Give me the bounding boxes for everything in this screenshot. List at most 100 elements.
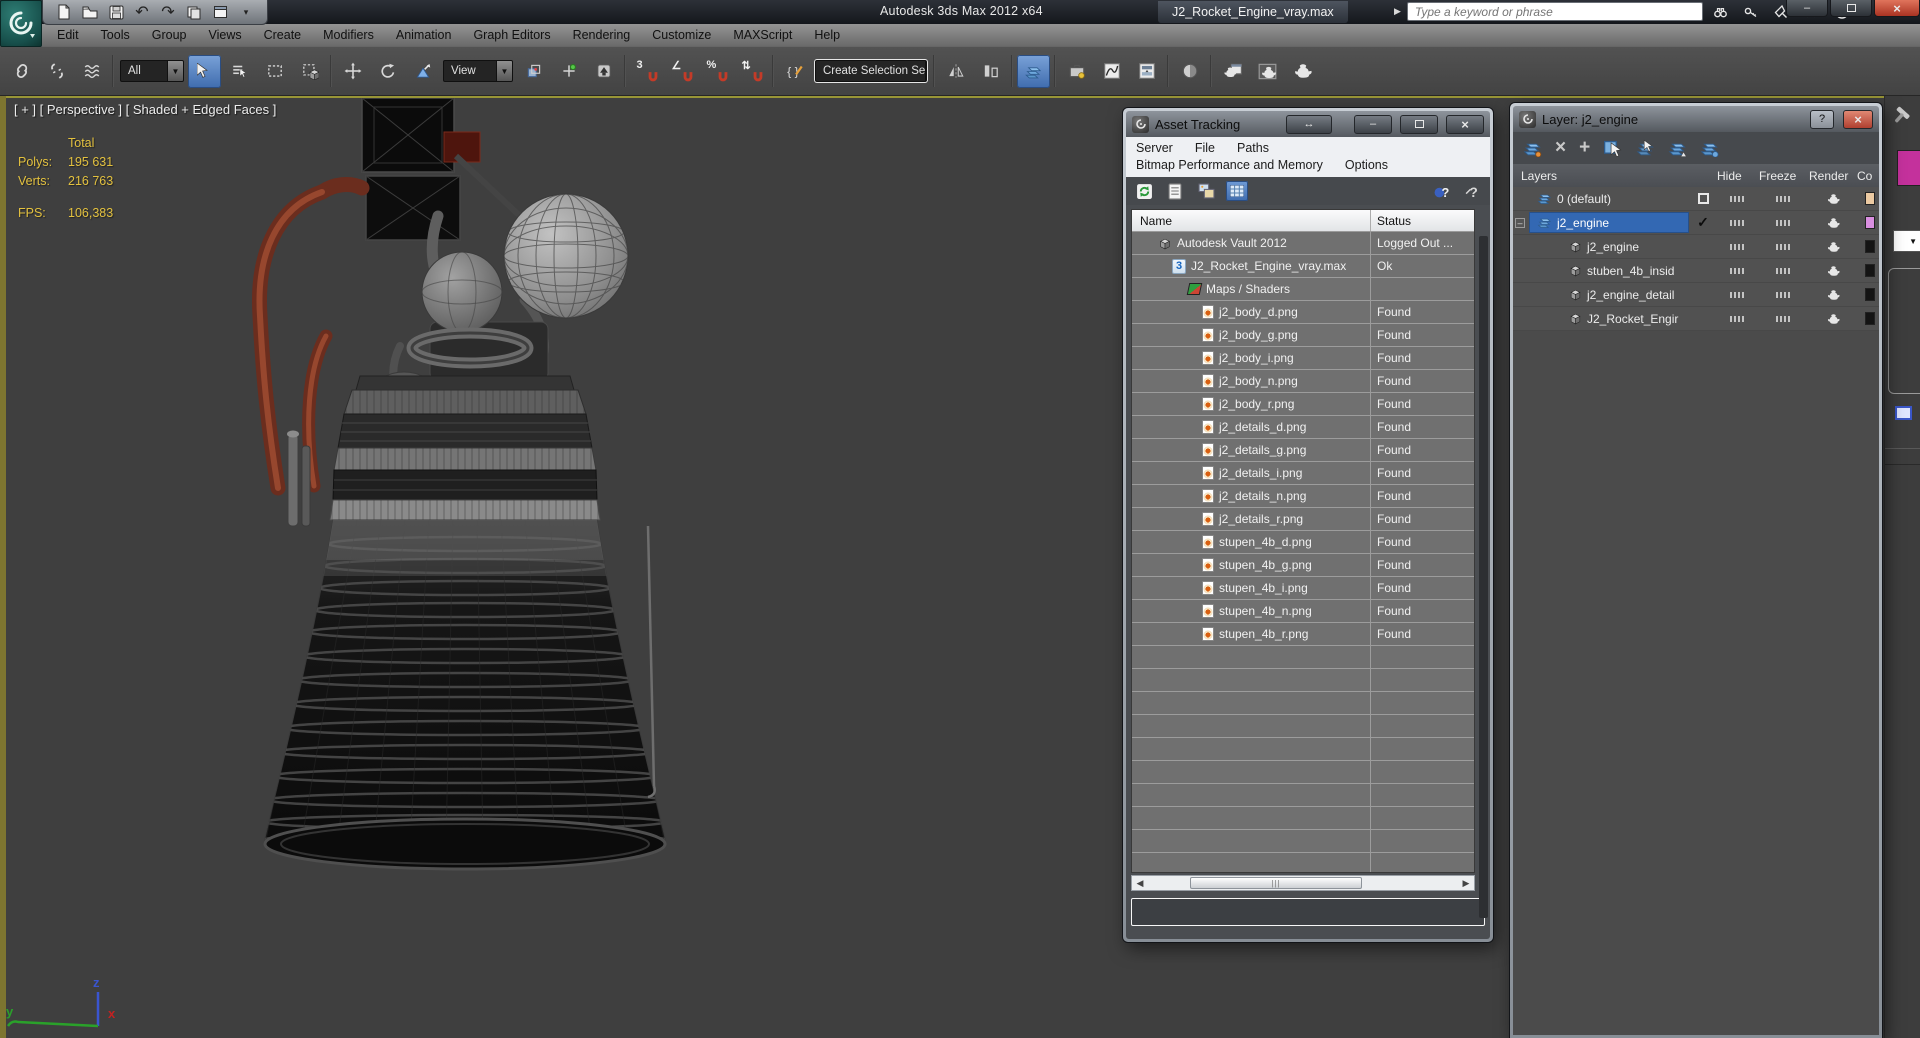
table-row[interactable]: j2_details_i.png Found (1132, 462, 1474, 485)
object-row[interactable]: stuben_4b_insid (1513, 259, 1879, 283)
hide-toggle[interactable] (1730, 291, 1746, 298)
dropdown-arrow-icon[interactable]: ▼ (167, 61, 183, 81)
freeze-toggle[interactable] (1776, 195, 1792, 202)
material-editor-icon[interactable] (1173, 55, 1206, 88)
hide-toggle[interactable] (1730, 195, 1746, 202)
hide-toggle[interactable] (1730, 267, 1746, 274)
renderable-teapot-icon[interactable] (1826, 265, 1841, 277)
select-and-move-icon[interactable] (336, 55, 369, 88)
menu-rendering[interactable]: Rendering (562, 24, 642, 46)
menu-help[interactable]: Help (803, 24, 851, 46)
dock-toggle-button[interactable]: ↔ (1286, 114, 1332, 134)
table-row[interactable]: stupen_4b_d.png Found (1132, 531, 1474, 554)
layer-close-button[interactable]: × (1843, 109, 1873, 129)
table-row[interactable]: j2_body_n.png Found (1132, 370, 1474, 393)
spinner-snap-toggle-icon[interactable]: ⇅ (735, 55, 768, 88)
at-menu-paths[interactable]: Paths (1237, 141, 1269, 155)
layer-row[interactable]: 0 (default) (1513, 187, 1879, 211)
rectangular-selection-region-icon[interactable] (258, 55, 291, 88)
current-layer-check-icon[interactable]: ✓ (1697, 214, 1709, 231)
asset-table-header[interactable]: Name Status (1132, 210, 1474, 232)
dropdown-arrow-icon[interactable]: ▼ (925, 61, 926, 81)
table-row[interactable]: j2_body_g.png Found (1132, 324, 1474, 347)
current-layer-indicator[interactable] (1697, 193, 1709, 204)
menu-create[interactable]: Create (253, 24, 313, 46)
table-row[interactable]: j2_body_i.png Found (1132, 347, 1474, 370)
redo-icon[interactable]: ↷ (157, 3, 179, 22)
at-close-button[interactable]: × (1446, 114, 1484, 134)
scroll-left-icon[interactable]: ◀ (1132, 876, 1148, 890)
title-bar[interactable]: Autodesk 3ds Max 2012 x64 J2_Rocket_Engi… (0, 0, 1920, 24)
bind-to-space-warp-icon[interactable] (75, 55, 108, 88)
table-row[interactable]: Autodesk Vault 2012 Logged Out ... (1132, 232, 1474, 255)
layer-window-title-bar[interactable]: Layer: j2_engine ? × (1513, 106, 1879, 132)
renderable-teapot-icon[interactable] (1826, 217, 1841, 229)
communication-center-icon[interactable] (1739, 2, 1763, 21)
table-view-icon[interactable] (1226, 181, 1248, 201)
help-question-icon[interactable]: ? (1461, 181, 1483, 201)
at-minimize-button[interactable]: – (1354, 114, 1392, 134)
list-view-icon[interactable] (1164, 181, 1186, 201)
hide-toggle[interactable] (1730, 315, 1746, 322)
edit-named-selection-sets-icon[interactable]: { } (778, 55, 811, 88)
window-crossing-toggle-icon[interactable] (293, 55, 326, 88)
thumbnail-view-icon[interactable] (1195, 181, 1217, 201)
renderable-teapot-icon[interactable] (1826, 193, 1841, 205)
unlink-selection-icon[interactable] (40, 55, 73, 88)
viewport-label[interactable]: [ + ] [ Perspective ] [ Shaded + Edged F… (14, 102, 276, 117)
select-object-button[interactable] (188, 54, 221, 88)
table-row[interactable]: J2_Rocket_Engine_vray.max Ok (1132, 255, 1474, 278)
object-row[interactable]: J2_Rocket_Engir (1513, 307, 1879, 331)
table-row[interactable]: j2_details_d.png Found (1132, 416, 1474, 439)
column-layers[interactable]: Layers (1513, 169, 1689, 183)
application-menu-button[interactable] (0, 0, 42, 47)
dropdown-arrow-icon[interactable]: ▼ (496, 61, 512, 81)
highlight-selected-layer-icon[interactable] (1668, 139, 1687, 157)
column-color[interactable]: Co (1857, 169, 1879, 183)
menu-graph-editors[interactable]: Graph Editors (462, 24, 561, 46)
table-row[interactable]: j2_body_d.png Found (1132, 301, 1474, 324)
table-row[interactable]: j2_details_n.png Found (1132, 485, 1474, 508)
at-menu-options[interactable]: Options (1345, 158, 1388, 172)
freeze-toggle[interactable] (1776, 267, 1792, 274)
save-file-icon[interactable] (105, 3, 127, 22)
scroll-right-icon[interactable]: ▶ (1458, 876, 1474, 890)
close-button[interactable]: × (1874, 0, 1920, 17)
select-and-manipulate-icon[interactable] (552, 55, 585, 88)
search-expander-icon[interactable]: ▶ (1394, 6, 1401, 17)
column-hide[interactable]: Hide (1717, 169, 1759, 183)
table-row[interactable]: stupen_4b_n.png Found (1132, 600, 1474, 623)
object-row[interactable]: j2_engine (1513, 235, 1879, 259)
vertical-scrollbar-track[interactable] (1479, 236, 1488, 918)
select-and-scale-icon[interactable] (406, 55, 439, 88)
open-file-icon[interactable] (79, 3, 101, 22)
table-row[interactable]: stupen_4b_r.png Found (1132, 623, 1474, 646)
keyboard-shortcut-override-icon[interactable] (587, 55, 620, 88)
layer-manager-button[interactable] (1017, 54, 1050, 88)
table-row[interactable]: j2_details_r.png Found (1132, 508, 1474, 531)
menu-maxscript[interactable]: MAXScript (722, 24, 803, 46)
project-folder-icon[interactable] (183, 3, 205, 22)
object-color-swatch[interactable] (1865, 240, 1875, 253)
workspace-window-icon[interactable] (209, 3, 231, 22)
renderable-teapot-icon[interactable] (1826, 313, 1841, 325)
at-menu-server[interactable]: Server (1136, 141, 1173, 155)
at-maximize-button[interactable] (1400, 114, 1438, 134)
renderable-teapot-icon[interactable] (1826, 241, 1841, 253)
table-row[interactable]: Maps / Shaders (1132, 278, 1474, 301)
menu-views[interactable]: Views (197, 24, 252, 46)
freeze-toggle[interactable] (1776, 315, 1792, 322)
curve-editor-icon[interactable] (1095, 55, 1128, 88)
menu-tools[interactable]: Tools (90, 24, 141, 46)
at-menu-file[interactable]: File (1195, 141, 1215, 155)
qat-dropdown-icon[interactable]: ▾ (235, 3, 257, 22)
undo-icon[interactable]: ↶ (131, 3, 153, 22)
at-menu-bitmap-performance[interactable]: Bitmap Performance and Memory (1136, 158, 1323, 172)
collapse-expander-icon[interactable]: – (1515, 218, 1525, 228)
render-production-icon[interactable] (1286, 55, 1319, 88)
layer-help-button[interactable]: ? (1810, 109, 1834, 129)
object-color-swatch[interactable] (1897, 150, 1920, 186)
menu-animation[interactable]: Animation (385, 24, 463, 46)
vault-help-icon[interactable]: ? (1430, 181, 1452, 201)
graphite-toolbox-icon[interactable] (1060, 55, 1093, 88)
